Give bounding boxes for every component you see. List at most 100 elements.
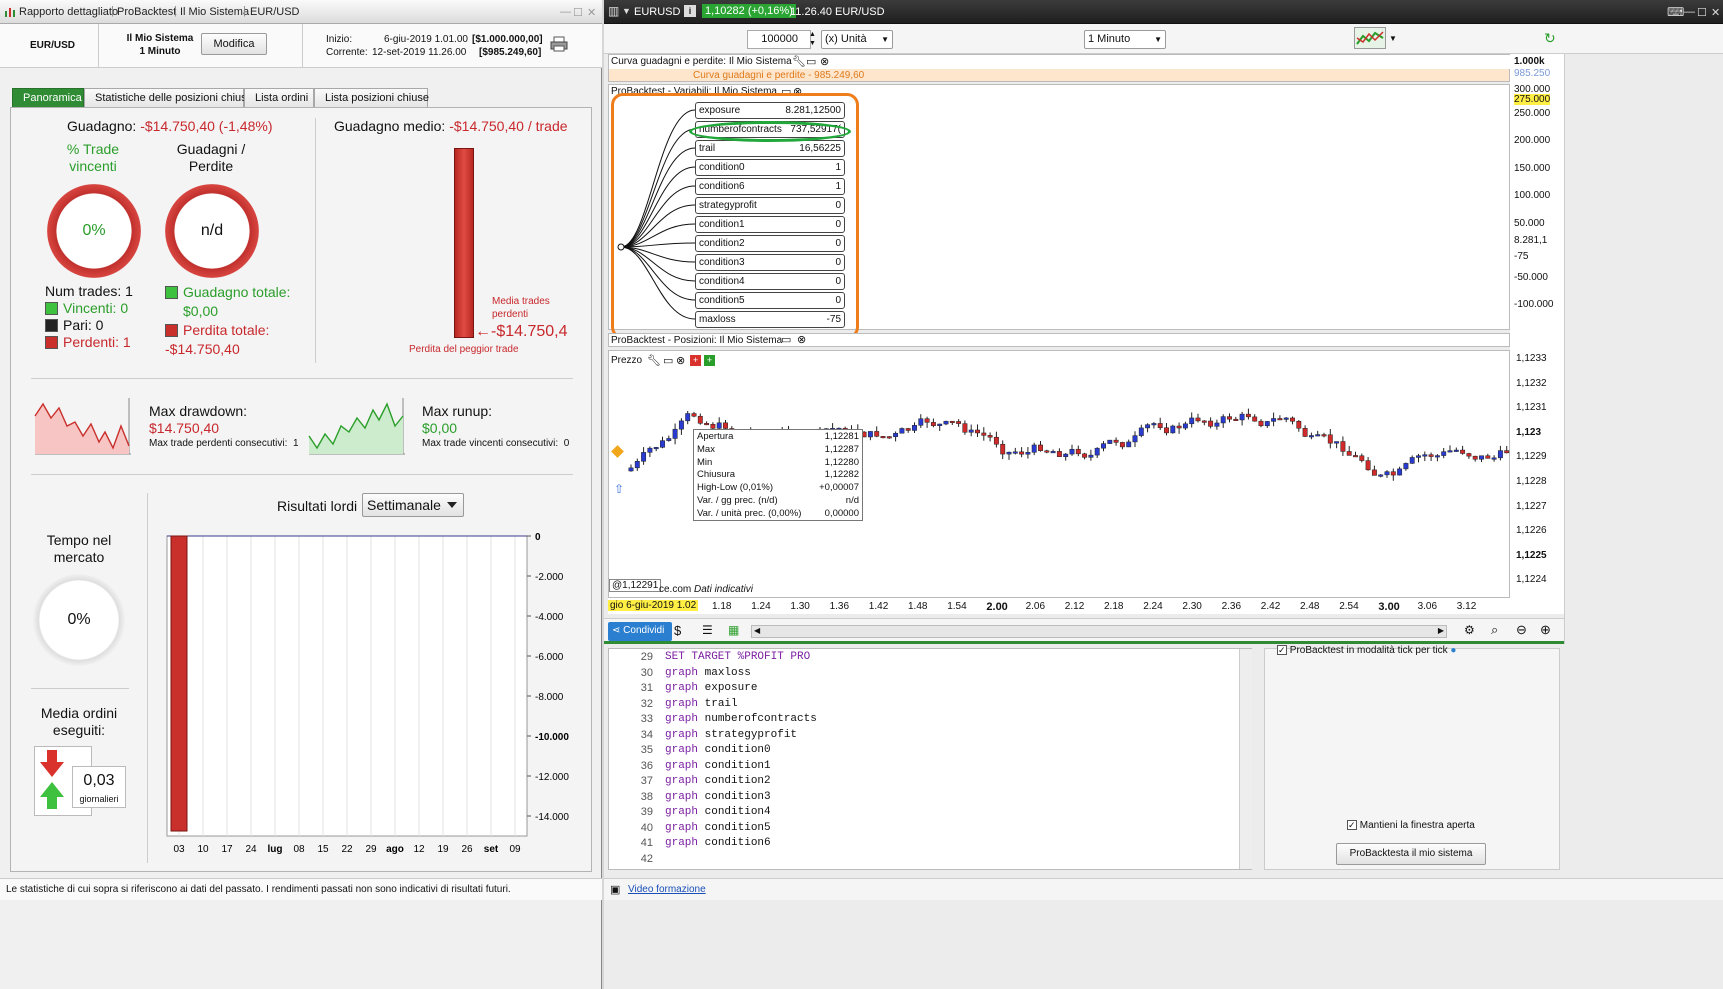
zoom-out-icon[interactable]: ⊖ bbox=[1516, 622, 1527, 638]
code-line[interactable]: graph strategyprofit bbox=[665, 729, 797, 741]
spinner-icon[interactable]: ▲ ▼ bbox=[809, 30, 816, 48]
candle-body bbox=[1416, 455, 1421, 458]
indicator-chart-icon[interactable] bbox=[1354, 27, 1386, 49]
candle-body bbox=[1056, 451, 1062, 457]
grid-icon[interactable]: ▦ bbox=[728, 623, 739, 637]
tick-mode-checkbox[interactable]: ✓ bbox=[1277, 645, 1287, 655]
breadcrumb-separator: | bbox=[111, 5, 114, 17]
time-scrollbar[interactable]: ◀ ▶ bbox=[751, 625, 1447, 638]
chevron-down-icon[interactable]: ▼ bbox=[1389, 34, 1397, 43]
tooltip-row: Chiusura 1,12282 bbox=[697, 469, 859, 482]
candle-body bbox=[1497, 450, 1503, 459]
candle-body bbox=[710, 424, 716, 429]
minimize-icon[interactable]: — bbox=[1684, 6, 1695, 18]
candle-body bbox=[1145, 424, 1151, 429]
results-period-select[interactable]: Settimanale bbox=[362, 493, 464, 517]
candle-body bbox=[937, 423, 943, 426]
code-line[interactable]: graph numberofcontracts bbox=[665, 713, 817, 725]
tab-orders[interactable]: Lista ordini bbox=[244, 88, 314, 108]
code-line[interactable]: graph condition1 bbox=[665, 760, 771, 772]
print-icon[interactable] bbox=[550, 36, 568, 55]
candle-body bbox=[1434, 455, 1440, 458]
window-icon[interactable]: ▭ bbox=[806, 55, 816, 68]
info-icon[interactable]: i bbox=[684, 5, 696, 17]
code-line-number: 34 bbox=[640, 728, 653, 741]
breadcrumb-instrument[interactable]: EUR/USD bbox=[250, 6, 300, 18]
scroll-right-icon[interactable]: ▶ bbox=[1438, 626, 1444, 635]
system-timeframe: 1 Minuto bbox=[139, 46, 181, 57]
code-line[interactable]: graph trail bbox=[665, 698, 738, 710]
quantity-input[interactable]: 100000 bbox=[747, 30, 811, 49]
scroll-left-icon[interactable]: ◀ bbox=[754, 626, 760, 635]
breadcrumb-system[interactable]: Il Mio Sistema bbox=[180, 6, 249, 18]
chart-settings-icon[interactable]: ⚙ bbox=[1464, 623, 1475, 637]
time-axis-label: 1.18 bbox=[712, 601, 732, 612]
chevron-down-icon[interactable]: ▼ bbox=[622, 6, 631, 16]
breadcrumb-report[interactable]: Rapporto dettagliato bbox=[19, 6, 118, 18]
window-icon[interactable]: ▭ bbox=[781, 333, 791, 346]
layout-icon[interactable]: ▥ bbox=[608, 4, 619, 18]
code-line[interactable]: SET TARGET %PROFIT PRO bbox=[665, 651, 810, 663]
breadcrumb-probacktest[interactable]: ProBacktest bbox=[117, 6, 176, 18]
minimize-icon[interactable]: — bbox=[560, 6, 571, 18]
list-icon[interactable]: ☰ bbox=[702, 623, 713, 637]
pct-trade-donut: 0% bbox=[47, 184, 141, 278]
tab-closed-positions[interactable]: Lista posizioni chiuse bbox=[314, 88, 429, 108]
code-line[interactable]: graph maxloss bbox=[665, 667, 751, 679]
close-panel-icon[interactable]: ⊗ bbox=[820, 55, 829, 68]
maximize-icon[interactable]: ☐ bbox=[573, 6, 583, 19]
share-button[interactable]: ⋖ Condividi bbox=[608, 622, 672, 641]
symbol-label[interactable]: EURUSD bbox=[634, 6, 680, 18]
keep-open-row[interactable]: ✓ Mantieni la finestra aperta bbox=[1347, 820, 1475, 831]
candle-body bbox=[1315, 434, 1321, 437]
keep-open-checkbox[interactable]: ✓ bbox=[1347, 820, 1357, 830]
zoom-fit-icon[interactable]: ⌕ bbox=[1491, 622, 1498, 638]
total-gain-value: $0,00 bbox=[183, 303, 219, 319]
keyboard-icon[interactable]: ⌨ bbox=[1667, 5, 1684, 19]
code-line[interactable]: graph condition6 bbox=[665, 837, 771, 849]
code-scrollbar[interactable] bbox=[1239, 649, 1252, 869]
code-line[interactable]: graph condition4 bbox=[665, 806, 771, 818]
code-text: condition3 bbox=[698, 790, 771, 803]
timeframe-select[interactable]: 1 Minuto ▼ bbox=[1084, 30, 1166, 49]
x-tick-label: 10 bbox=[197, 844, 209, 855]
tick-mode-row[interactable]: ✓ ProBacktest in modalità tick per tick … bbox=[1277, 645, 1456, 656]
tab-closed-stats[interactable]: Statistiche delle posizioni chiuse bbox=[84, 88, 253, 108]
run-backtest-button[interactable]: ProBacktesta il mio sistema bbox=[1336, 843, 1486, 865]
maximize-icon[interactable]: ☐ bbox=[1697, 6, 1707, 19]
candle-body bbox=[1302, 427, 1308, 437]
code-text: condition5 bbox=[698, 821, 771, 834]
refresh-icon[interactable]: ↻ bbox=[1544, 30, 1556, 47]
x-tick-label: 19 bbox=[437, 844, 449, 855]
result-bar bbox=[170, 535, 188, 832]
dollar-icon[interactable]: $ bbox=[674, 623, 681, 638]
candle-body bbox=[1245, 413, 1251, 418]
code-keyword: graph bbox=[665, 775, 699, 787]
code-keyword: graph bbox=[665, 790, 699, 803]
info-bubble-icon[interactable]: ● bbox=[1450, 645, 1456, 656]
unit-select[interactable]: (x) Unità ▼ bbox=[821, 30, 893, 49]
zoom-in-icon[interactable]: ⊕ bbox=[1540, 622, 1551, 638]
wrench-icon[interactable]: 🔧︎ bbox=[792, 55, 806, 68]
time-label: 11.26.40 EUR/USD bbox=[790, 6, 885, 18]
code-line[interactable]: graph condition0 bbox=[665, 744, 771, 756]
x-tick-label: 08 bbox=[293, 844, 305, 855]
code-line[interactable]: graph exposure bbox=[665, 682, 757, 694]
gl-title-2: Perdite bbox=[188, 158, 234, 174]
video-link[interactable]: Video formazione bbox=[628, 884, 706, 895]
video-icon[interactable]: ▣ bbox=[610, 883, 620, 896]
modify-button[interactable]: Modifica bbox=[201, 33, 267, 55]
candle-body bbox=[924, 418, 930, 423]
close-icon[interactable]: ✕ bbox=[1711, 6, 1720, 19]
candle-body bbox=[912, 425, 917, 431]
tab-overview[interactable]: Panoramica bbox=[12, 88, 84, 108]
close-icon[interactable]: ✕ bbox=[587, 6, 596, 19]
candle-body bbox=[1271, 418, 1277, 422]
code-line[interactable]: graph condition3 bbox=[665, 791, 771, 803]
close-panel-icon[interactable]: ⊗ bbox=[797, 333, 806, 346]
current-date: 12-set-2019 11.26.00 bbox=[372, 47, 467, 58]
start-capital: [$1.000.000,00] bbox=[472, 34, 543, 45]
tooltip-value: n/d bbox=[845, 494, 859, 506]
code-line[interactable]: graph condition5 bbox=[665, 822, 771, 834]
code-line[interactable]: graph condition2 bbox=[665, 775, 771, 787]
